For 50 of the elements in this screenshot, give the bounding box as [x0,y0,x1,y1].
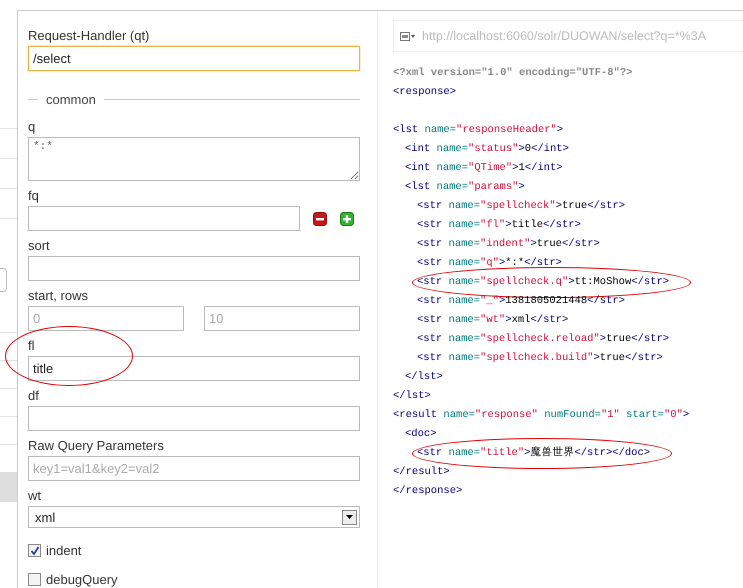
field-label: fl [28,338,36,354]
handler-field[interactable]: /select [28,46,360,71]
xml-line: <str name="wt">xml</str> [417,313,568,328]
xml-line: <str name="spellcheck.build">true</str> [417,351,663,366]
input-field[interactable]: 10 [204,306,360,331]
xml-line: <int name="QTime">1</int> [405,161,563,176]
add-button[interactable] [340,212,354,226]
checkbox-label: indent [46,543,82,558]
field-label: wt [28,488,42,504]
xml-line: <response> [393,85,456,100]
input-field[interactable] [28,406,360,431]
field-label: q [28,119,36,135]
query-field[interactable]: *:* [28,137,360,181]
checkbox[interactable] [28,573,41,586]
input-field[interactable]: 0 [28,306,184,331]
xml-line: </response> [393,484,462,499]
field-label: df [28,388,40,404]
checkbox-label: debugQuery [46,572,118,587]
field-label: start, rows [28,288,89,304]
field-label: fq [28,188,40,204]
xml-line: <str name="q">*:*</str> [417,256,562,271]
xml-line: <lst name="params"> [405,180,525,195]
format-select[interactable]: xml [28,506,360,528]
input-field[interactable] [28,206,300,231]
input-field[interactable]: key1=val1&key2=val2 [28,456,360,481]
xml-line: <doc> [405,427,437,442]
input-field[interactable]: title [28,356,360,381]
field-label: Request-Handler (qt) [28,28,150,44]
field-label: Raw Query Parameters [28,438,165,454]
xml-line: <?xml version="1.0" encoding="UTF-8"?> [393,66,632,81]
xml-line: <str name="fl">title</str> [417,218,581,233]
xml-line: </lst> [405,370,443,385]
section-legend: common [46,92,96,107]
input-field[interactable] [28,256,360,281]
checkbox[interactable] [28,544,41,557]
xml-line: <lst name="responseHeader"> [393,123,564,138]
xml-line: <str name="title">魔兽世界</str></doc> [417,445,650,461]
field-label: sort [28,238,51,254]
xml-line: <str name="indent">true</str> [417,237,600,252]
xml-line: <str name="spellcheck.q">tt:MoShow</str> [417,275,670,290]
xml-line: <str name="spellcheck.reload">true</str> [417,332,670,347]
xml-line: </result> [393,465,450,480]
page-icon [400,32,416,40]
url-text: http://localhost:6060/solr/DUOWAN/select?q=*%3A [422,29,706,43]
xml-line: <str name="_">1381805021448</str> [417,294,625,309]
xml-line: <str name="spellcheck">true</str> [417,199,625,214]
xml-line: </lst> [393,389,431,404]
xml-line: <int name="status">0</int> [405,142,569,157]
xml-line: <result name="response" numFound="1" start="0"> [393,408,690,423]
remove-button[interactable] [313,212,327,226]
